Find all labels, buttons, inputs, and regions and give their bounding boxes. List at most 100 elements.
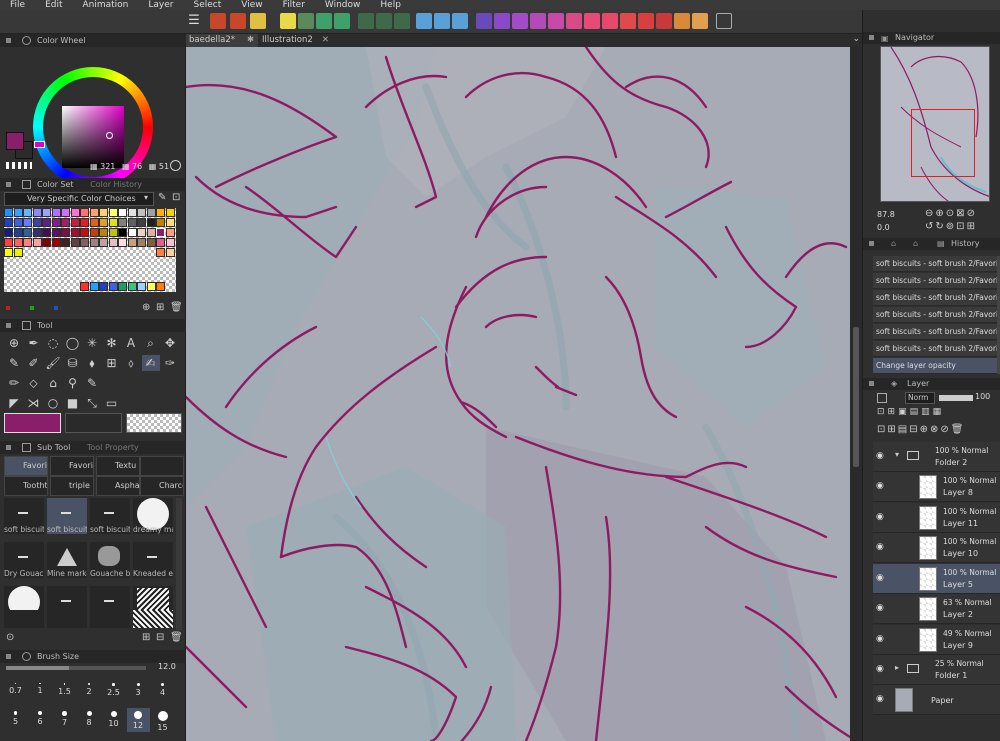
airbrush-icon[interactable]: ⛁ [64, 355, 82, 371]
brush-size-value[interactable]: 12.0 [158, 662, 176, 671]
color-set-swatch[interactable] [108, 208, 118, 217]
color-set-swatch[interactable] [70, 208, 80, 217]
frame-icon[interactable] [298, 13, 314, 29]
brush-scrollbar[interactable] [176, 498, 182, 630]
color-set-swatch[interactable] [99, 238, 108, 247]
selection-tool-icon[interactable]: ◯ [64, 335, 82, 351]
subtool-group-tab[interactable]: triple li [50, 476, 94, 496]
color-set-swatch[interactable] [89, 282, 99, 291]
canvas-vertical-scrollbar[interactable] [850, 47, 862, 741]
menu-help[interactable]: Help [370, 0, 411, 10]
stamp-icon[interactable]: ⌂ [44, 375, 62, 391]
history-item[interactable]: Change layer opacity [873, 358, 997, 374]
color-set-swatch[interactable] [4, 238, 13, 247]
brush-tool-icon[interactable]: 🖌 [44, 355, 62, 371]
main-color-bar[interactable] [4, 413, 61, 433]
tabs-overflow-chevron-icon[interactable]: ⌄ [852, 34, 860, 44]
eyedropper-icon[interactable]: ✎ [158, 192, 166, 203]
mask-layer-icon[interactable]: ⊟ [909, 424, 919, 435]
rotate-right-icon[interactable]: ↻ [935, 221, 945, 232]
color-set-swatch[interactable] [32, 228, 42, 237]
recent-color-blue[interactable] [54, 306, 58, 310]
blend-mode-dropdown[interactable]: Norm [905, 392, 935, 404]
layer-row[interactable]: ◉ ▾ 100 % Normal Folder 2 [873, 442, 1000, 472]
brush-size-preset[interactable]: 7 [53, 708, 76, 732]
opacity-value[interactable]: 100 [975, 392, 990, 401]
combine-icon[interactable]: ⊗ [930, 424, 940, 435]
layer-row[interactable]: ◉ Paper [873, 685, 1000, 715]
color-set-swatch[interactable] [70, 238, 80, 247]
folder-chevron-icon[interactable]: ▾ [895, 450, 899, 459]
color-set-swatch[interactable] [42, 238, 51, 247]
brush-size-preset[interactable]: 2.5 [102, 680, 125, 704]
brush-preset[interactable]: Gouache bl [90, 542, 130, 578]
dropdown-chevron-icon[interactable]: ▾ [144, 193, 148, 202]
color-set-swatch[interactable] [137, 228, 146, 237]
color-set-swatch[interactable] [146, 238, 156, 247]
color-set-swatch[interactable] [23, 228, 32, 237]
panel-menu-icon[interactable] [6, 654, 11, 659]
move-tool-icon[interactable]: ✥ [161, 335, 179, 351]
color-set-swatch[interactable] [118, 218, 127, 227]
color-set-delete-icon[interactable]: 🗑 [170, 302, 183, 313]
brush-size-preset[interactable]: 3 [127, 680, 150, 704]
color-set-swatch[interactable] [137, 218, 146, 227]
color-set-swatch[interactable] [89, 228, 99, 237]
flip-h-icon[interactable]: ⊘ [967, 208, 977, 219]
color-set-swatch[interactable] [99, 282, 108, 291]
color-set-swatch[interactable] [61, 228, 70, 237]
brush-size-preset[interactable]: 15 [151, 708, 174, 732]
tab-illustration2[interactable]: Illustration2 ✕ [259, 34, 333, 47]
duplicate-icon[interactable]: ⊘ [940, 424, 950, 435]
color-set-swatch[interactable] [13, 228, 23, 237]
green-tool-2-icon[interactable] [376, 13, 392, 29]
visibility-eye-icon[interactable]: ◉ [876, 604, 886, 613]
color-set-swatch[interactable] [137, 208, 146, 217]
brush-size-preset[interactable]: 8 [78, 708, 101, 732]
zoom-out-icon[interactable]: ⊖ [925, 208, 935, 219]
lock-icon[interactable]: ▣ [898, 407, 910, 417]
visibility-eye-icon[interactable]: ◉ [876, 695, 886, 704]
brush-size-preset[interactable]: 1 [29, 680, 52, 704]
color-set-swatch[interactable] [165, 228, 175, 237]
merge-down-icon[interactable]: ⊕ [920, 424, 930, 435]
color-set-swatch[interactable] [165, 248, 175, 257]
new-folder-icon[interactable]: ▤ [898, 424, 909, 435]
pink-tool-2-icon[interactable] [602, 13, 618, 29]
subtool-group-tab[interactable]: Tootht [4, 476, 48, 496]
layer-row[interactable]: ◉ 100 % Normal Layer 5 [873, 564, 1000, 594]
panel-menu-icon[interactable] [6, 182, 11, 187]
color-set-swatch[interactable] [156, 282, 165, 291]
color-set-swatch[interactable] [4, 218, 13, 227]
brush-size-preset[interactable]: 4 [151, 680, 174, 704]
brush-size-preset[interactable]: 5 [4, 708, 27, 732]
new-vector-layer-icon[interactable]: ⊞ [887, 424, 897, 435]
color-set-swatch[interactable] [80, 228, 89, 237]
brush-preset[interactable] [133, 610, 173, 628]
new-raster-layer-icon[interactable]: ⊡ [877, 424, 887, 435]
brush-size-preset[interactable]: 0.7 [4, 680, 27, 704]
color-set-swatch[interactable] [127, 228, 137, 237]
color-set-swatch[interactable] [13, 208, 23, 217]
color-set-swatch[interactable] [32, 218, 42, 227]
lasso-icon[interactable]: ◌ [44, 335, 62, 351]
color-set-swatch[interactable] [51, 228, 61, 237]
subtool-group-tab[interactable]: Favori [50, 456, 94, 476]
figure-tool-icon[interactable]: ⚲ [64, 375, 82, 391]
layer-row[interactable]: ◉ ▸ 25 % Normal Folder 1 [873, 655, 1000, 685]
subtool-copy-icon[interactable]: ⊞ [142, 632, 150, 643]
color-set-swatch[interactable] [99, 228, 108, 237]
paper-tool-icon[interactable]: ▭ [103, 395, 121, 411]
menu-edit[interactable]: Edit [35, 0, 72, 10]
color-set-swatch[interactable] [137, 282, 146, 291]
magic-wand-icon[interactable]: ✳ [83, 335, 101, 351]
grid-icon[interactable] [334, 13, 350, 29]
brush-size-preset[interactable]: 12 [126, 708, 150, 732]
color-set-swatch[interactable] [156, 218, 165, 227]
panel-menu-icon[interactable] [6, 323, 11, 328]
fullscreen-icon[interactable]: ⊠ [956, 208, 966, 219]
tab-close-icon[interactable]: ✕ [322, 34, 329, 47]
color-set-settings-icon[interactable]: ⊡ [172, 192, 180, 203]
magenta-tool-1-icon[interactable] [548, 13, 564, 29]
fill-tool-icon[interactable]: ⬨ [122, 355, 140, 371]
